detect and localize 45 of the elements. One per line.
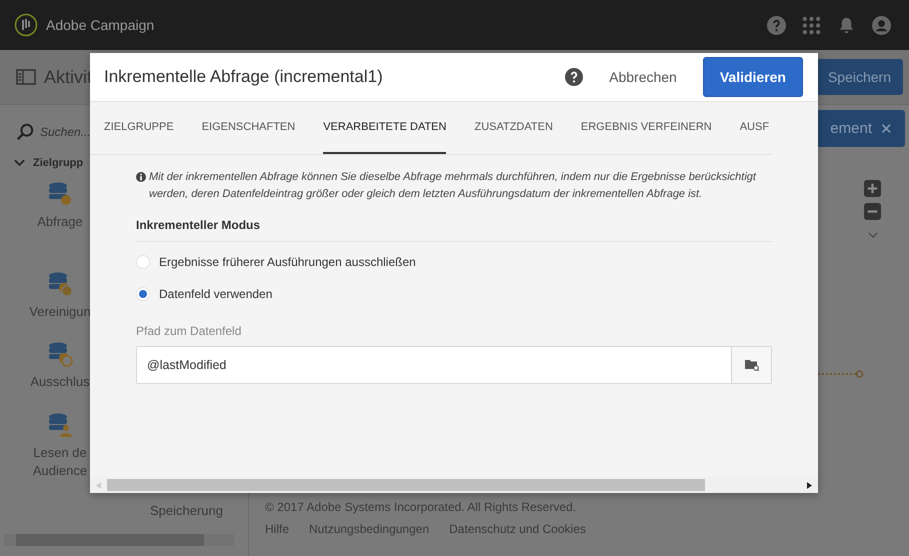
tab[interactable]: EIGENSCHAFTEN	[202, 102, 296, 154]
search-icon[interactable]	[16, 123, 34, 141]
page-title: Aktivit	[44, 66, 92, 88]
app-title: Adobe Campaign	[46, 17, 154, 33]
radio-button[interactable]	[136, 255, 150, 269]
zoom-out-icon[interactable]	[864, 203, 881, 220]
database-icon[interactable]	[47, 271, 73, 298]
validate-button[interactable]: Validieren	[702, 57, 803, 97]
avatar-icon[interactable]	[872, 16, 891, 34]
logo-icon	[14, 13, 38, 37]
scroll-right-icon[interactable]	[807, 482, 812, 488]
scrollbar[interactable]	[4, 534, 234, 546]
database-icon[interactable]	[47, 412, 73, 438]
database-icon[interactable]	[47, 181, 73, 207]
sidebar-icon[interactable]	[16, 69, 36, 85]
activity-label: Lesen de Audience	[32, 444, 88, 480]
cancel-button[interactable]: Abbrechen	[605, 63, 681, 91]
browse-button[interactable]	[731, 347, 771, 383]
scrollbar[interactable]	[90, 477, 818, 493]
activity-label: Abfrage	[37, 213, 83, 231]
radio-label[interactable]: Datenfeld verwenden	[159, 287, 272, 301]
activity-label: Ausschlus	[30, 373, 90, 392]
radio-button[interactable]	[136, 287, 150, 301]
activity-label: Speicherung	[150, 503, 223, 518]
radio-label[interactable]: Ergebnisse früherer Ausführungen ausschließen	[159, 255, 416, 269]
info-text: Mit der inkrementellen Abfrage können Sie dieselbe Abfrage mehrmals durchführen, indem nur die Ergebnisse berücksichtigt werden, deren Datenfeldeintrag größer oder gleich dem letzten Ausführungsdatum der inkrementellen Abfrage ist.	[149, 170, 758, 202]
apps-grid-icon[interactable]	[802, 16, 821, 34]
info-icon	[136, 172, 146, 182]
copyright-text: © 2017 Adobe Systems Incorporated. All Rights Reserved.	[265, 500, 578, 514]
help-icon[interactable]	[565, 68, 584, 86]
tab[interactable]: VERARBEITETE DATEN	[323, 102, 446, 154]
tab[interactable]: ZUSATZDATEN	[474, 102, 553, 154]
activity-label: Vereinigun	[29, 303, 91, 322]
tab[interactable]: ZIELGRUPPE	[104, 102, 174, 154]
chevron-icon[interactable]	[14, 159, 25, 167]
tab[interactable]: AUSF	[740, 102, 770, 154]
section-title: Inkrementeller Modus	[136, 218, 262, 232]
folder-search-icon	[744, 359, 758, 371]
tab[interactable]: ERGEBNIS VERFEINERN	[580, 102, 712, 154]
dialog-title: Inkrementelle Abfrage (incremental1)	[104, 67, 383, 87]
zoom-in-icon[interactable]	[864, 180, 881, 197]
bell-icon[interactable]	[837, 16, 856, 34]
chevron-icon[interactable]	[868, 232, 878, 239]
database-icon[interactable]	[47, 341, 73, 368]
field-label: Pfad zum Datenfeld	[136, 324, 242, 338]
